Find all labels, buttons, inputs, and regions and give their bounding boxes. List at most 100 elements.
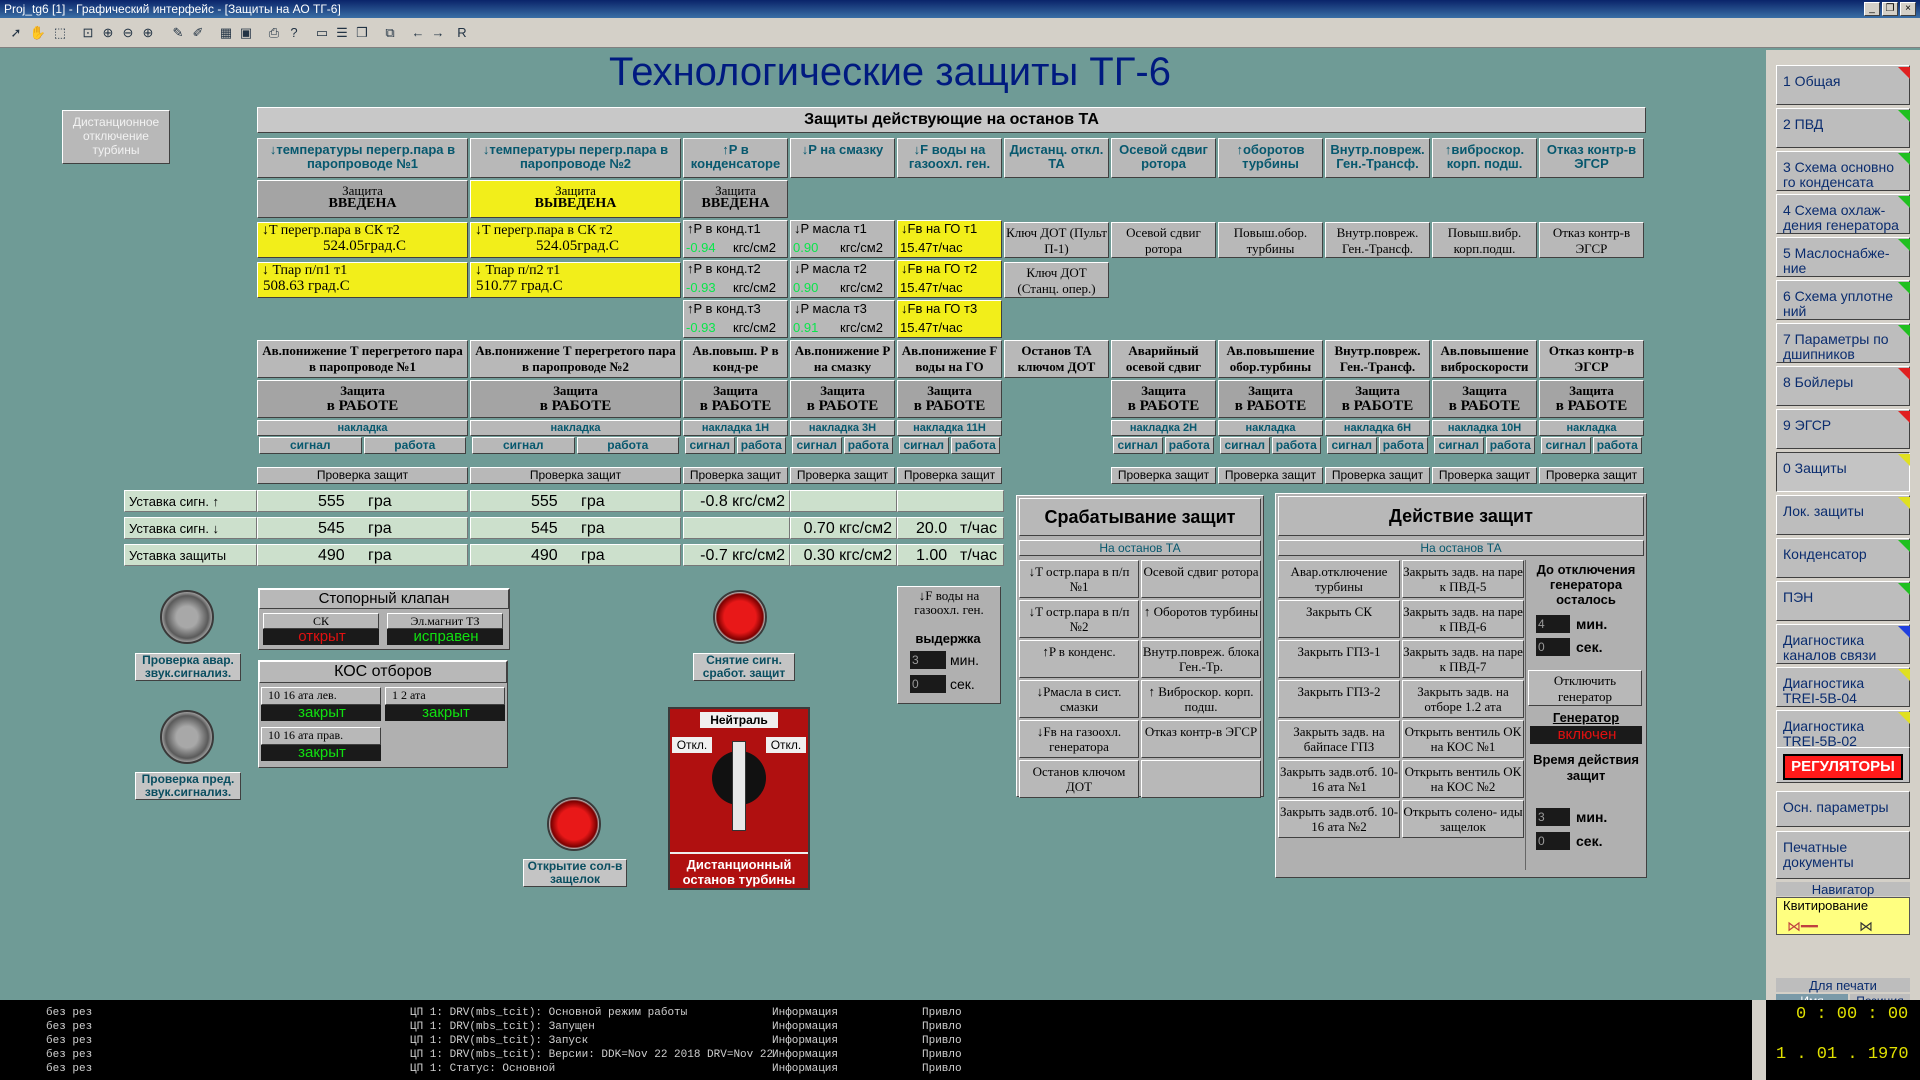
check-button[interactable]: Проверка защит <box>257 467 468 484</box>
action-item[interactable]: Закрыть задв. на отборе 1.2 ата <box>1402 680 1524 718</box>
action-item[interactable]: Закрыть задв. на паре к ПВД-6 <box>1402 600 1524 638</box>
restore-button[interactable]: ❐ <box>1882 2 1898 16</box>
sidebar-item[interactable]: 9 ЭГСР <box>1776 409 1910 449</box>
help-icon[interactable]: ? <box>284 23 304 43</box>
sidebar-item[interactable]: 6 Схема уплотне ний <box>1776 280 1910 320</box>
check-button[interactable]: Проверка защит <box>790 467 895 484</box>
tool-b-icon[interactable]: ✐ <box>188 23 208 43</box>
key-box[interactable]: Отказ контр-в ЭГСР <box>1539 222 1644 258</box>
print-icon[interactable]: ⎙ <box>264 23 284 43</box>
save-icon[interactable]: ▣ <box>236 23 256 43</box>
key-box[interactable]: Повыш.вибр. корп.подш. <box>1432 222 1537 258</box>
action-item[interactable]: Закрыть задв.отб. 10-16 ата №2 <box>1278 800 1400 838</box>
check-button[interactable]: Проверка защит <box>1432 467 1537 484</box>
work-button[interactable]: работа <box>1485 437 1535 454</box>
log-scrollbar[interactable] <box>1752 1000 1766 1080</box>
sidebar-item[interactable]: Диагностика TREI-5B-04 <box>1776 667 1910 707</box>
check-button[interactable]: Проверка защит <box>897 467 1002 484</box>
close-button[interactable]: × <box>1900 2 1916 16</box>
action-item[interactable]: Закрыть задв. на паре к ПВД-7 <box>1402 640 1524 678</box>
back-icon[interactable]: ← <box>408 23 428 43</box>
reset-signal-button[interactable]: Снятие сигн. сработ. защит <box>693 653 795 681</box>
remote-off-button[interactable]: Дистанционное отключение турбины <box>62 110 170 164</box>
zoom-in-icon[interactable]: ⊕ <box>138 23 158 43</box>
pointer-icon[interactable]: ➚ <box>6 23 26 43</box>
print-docs-button[interactable]: Печатные документы <box>1776 831 1910 879</box>
window-c-icon[interactable]: ❒ <box>352 23 372 43</box>
key-box[interactable]: Осевой сдвиг ротора <box>1111 222 1216 258</box>
sidebar-item[interactable]: 0 Защиты <box>1776 452 1910 492</box>
work-button[interactable]: работа <box>1271 437 1321 454</box>
regulators-button[interactable]: РЕГУЛЯТОРЫ <box>1783 754 1903 780</box>
key-box[interactable]: Внутр.повреж. Ген.-Трансф. <box>1325 222 1430 258</box>
check-button[interactable]: Проверка защит <box>1218 467 1323 484</box>
sidebar-item[interactable]: Диагностика TREI-5B-02 <box>1776 710 1910 750</box>
sidebar-item[interactable]: Лок. защиты <box>1776 495 1910 535</box>
sidebar-item[interactable]: 2 ПВД <box>1776 108 1910 148</box>
check-button[interactable]: Проверка защит <box>1325 467 1430 484</box>
r-icon[interactable]: R <box>452 23 472 43</box>
sidebar-item[interactable]: 4 Схема охлаж- дения генератора <box>1776 194 1910 234</box>
sidebar-item[interactable]: 3 Схема основно го конденсата <box>1776 151 1910 191</box>
open-solenoid-knob[interactable] <box>547 797 601 851</box>
action-item[interactable]: Закрыть задв. на паре к ПВД-5 <box>1402 560 1524 598</box>
action-item[interactable]: Открыть вентиль ОК на КОС №1 <box>1402 720 1524 758</box>
hand-icon[interactable]: ✋ <box>28 23 48 43</box>
signal-button[interactable]: сигнал <box>1434 437 1484 454</box>
sidebar-item[interactable]: 1 Общая <box>1776 65 1910 105</box>
action-item[interactable]: Закрыть задв. на байпасе ГПЗ <box>1278 720 1400 758</box>
remote-stop-label[interactable]: Дистанционный останов турбины <box>670 852 808 888</box>
check-button[interactable]: Проверка защит <box>1111 467 1216 484</box>
action-item[interactable]: Закрыть ГПЗ-1 <box>1278 640 1400 678</box>
work-button[interactable]: работа <box>736 437 786 454</box>
off-generator-button[interactable]: Отключить генератор <box>1528 670 1642 706</box>
action-item[interactable]: Открыть солено- иды защелок <box>1402 800 1524 838</box>
action-item[interactable]: Открыть вентиль ОК на КОС №2 <box>1402 760 1524 798</box>
action-item[interactable]: Авар.отключение турбины <box>1278 560 1400 598</box>
main-params-button[interactable]: Осн. параметры <box>1776 791 1910 827</box>
work-button[interactable]: работа <box>950 437 1000 454</box>
action-item[interactable]: Закрыть задв.отб. 10-16 ата №1 <box>1278 760 1400 798</box>
window-b-icon[interactable]: ☰ <box>332 23 352 43</box>
signal-button[interactable]: сигнал <box>792 437 842 454</box>
windows-icon[interactable]: ⧉ <box>380 23 400 43</box>
signal-button[interactable]: сигнал <box>685 437 735 454</box>
work-button[interactable]: работа <box>1378 437 1428 454</box>
minimize-button[interactable]: _ <box>1864 2 1880 16</box>
sidebar-item[interactable]: 7 Параметры по дшипников <box>1776 323 1910 363</box>
signal-button[interactable]: сигнал <box>1327 437 1377 454</box>
signal-button[interactable]: сигнал <box>259 437 362 454</box>
work-button[interactable]: работа <box>576 437 679 454</box>
reset-signal-knob[interactable] <box>713 590 767 644</box>
signal-button[interactable]: сигнал <box>1220 437 1270 454</box>
fit-icon[interactable]: ⊡ <box>78 23 98 43</box>
signal-button[interactable]: сигнал <box>1113 437 1163 454</box>
work-button[interactable]: работа <box>843 437 893 454</box>
sidebar-item[interactable]: Конденсатор <box>1776 538 1910 578</box>
key-box[interactable]: Ключ ДОТ (Пульт П-1) <box>1004 222 1109 258</box>
open-solenoid-button[interactable]: Открытие сол-в защелок <box>523 859 627 887</box>
check-button[interactable]: Проверка защит <box>470 467 681 484</box>
forward-icon[interactable]: → <box>428 23 448 43</box>
check-warn-button[interactable]: Проверка пред. звук.сигнализ. <box>135 772 241 800</box>
check-button[interactable]: Проверка защит <box>1539 467 1644 484</box>
check-warn-button-knob[interactable] <box>160 710 214 764</box>
sidebar-item[interactable]: 5 Маслоснабже- ние <box>1776 237 1910 277</box>
sidebar-item[interactable]: ПЭН <box>1776 581 1910 621</box>
action-item[interactable]: Закрыть ГПЗ-2 <box>1278 680 1400 718</box>
check-alarm-button[interactable]: Проверка авар. звук.сигнализ. <box>135 653 241 681</box>
signal-button[interactable]: сигнал <box>472 437 575 454</box>
action-item[interactable]: Закрыть СК <box>1278 600 1400 638</box>
kvit-button[interactable]: Квитирование ⋈━━ ⋈ <box>1776 897 1910 935</box>
zoom-out-icon[interactable]: ⊖ <box>118 23 138 43</box>
key-box-2[interactable]: Ключ ДОТ (Станц. опер.) <box>1004 262 1109 298</box>
signal-button[interactable]: сигнал <box>1541 437 1591 454</box>
sidebar-item[interactable]: 8 Бойлеры <box>1776 366 1910 406</box>
zoom-icon[interactable]: ⊕ <box>98 23 118 43</box>
work-button[interactable]: работа <box>1164 437 1214 454</box>
zoom-rect-icon[interactable]: ⬚ <box>50 23 70 43</box>
work-button[interactable]: работа <box>363 437 466 454</box>
signal-button[interactable]: сигнал <box>899 437 949 454</box>
check-alarm-button-knob[interactable] <box>160 590 214 644</box>
check-button[interactable]: Проверка защит <box>683 467 788 484</box>
